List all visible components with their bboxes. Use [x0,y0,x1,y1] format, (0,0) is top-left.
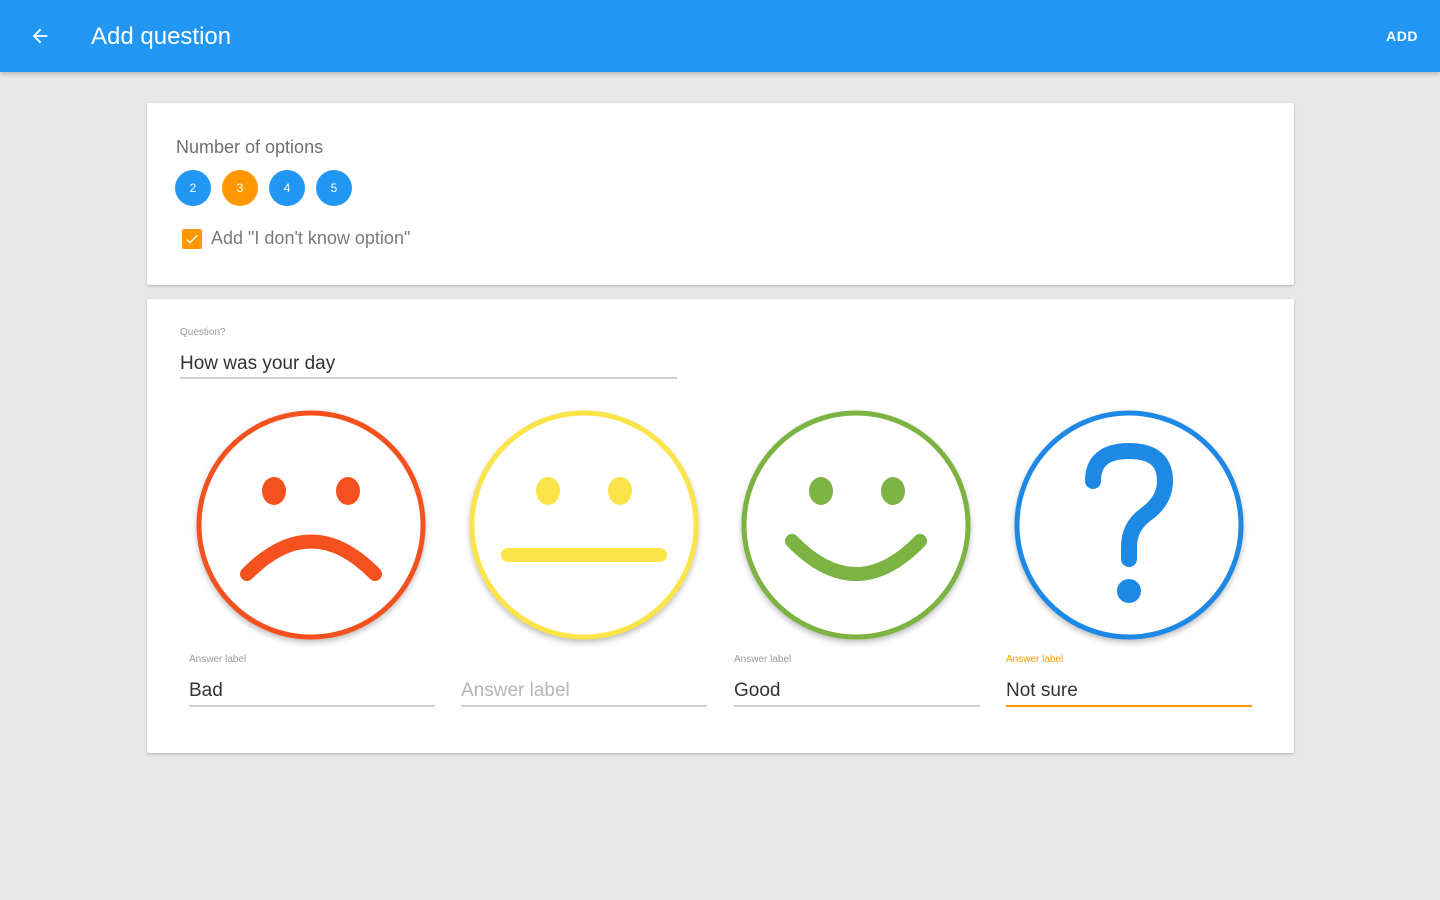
answer-input-not-sure[interactable] [1006,677,1252,707]
answer-input-bad[interactable] [189,677,435,707]
answer-face-bad[interactable] [195,409,427,641]
dont-know-checkbox[interactable] [182,228,202,249]
page-title: Add question [91,23,232,50]
option-count-4[interactable]: 4 [269,170,305,206]
option-count-2[interactable]: 2 [175,170,211,206]
question-field-label: Question? [180,327,226,338]
answer-label-caption: Answer label [189,654,247,665]
happy-face-icon [741,410,971,640]
question-input[interactable] [180,351,677,379]
dont-know-label: Add "I don't know option" [211,228,411,248]
answer-input-neutral[interactable] [461,677,707,707]
question-card: Question? How was your day Answer label … [147,299,1294,753]
arrow-left-icon [32,28,48,44]
dont-know-option-row[interactable]: Add "I don't know option" [182,228,410,249]
answer-face-neutral[interactable] [468,409,700,641]
option-count-5[interactable]: 5 [316,170,352,206]
option-count-3[interactable]: 3 [222,170,258,206]
sad-face-icon [196,410,426,640]
answer-label-caption: Answer label [1006,654,1064,665]
app-bar: Add question ADD [0,0,1440,72]
add-button[interactable]: ADD [1386,28,1418,44]
answer-label-caption: Answer label [734,654,792,665]
back-button[interactable] [20,16,60,56]
options-card: Number of options 2 3 4 5 Add "I don't k… [147,103,1294,285]
number-of-options-label: Number of options [176,137,324,157]
answer-face-not-sure[interactable] [1013,409,1245,641]
answer-face-good[interactable] [740,409,972,641]
option-count-selector: 2 3 4 5 [175,170,352,206]
answer-input-good[interactable] [734,677,980,707]
neutral-face-icon [469,410,699,640]
question-mark-icon [1014,410,1244,640]
check-icon [186,234,198,244]
